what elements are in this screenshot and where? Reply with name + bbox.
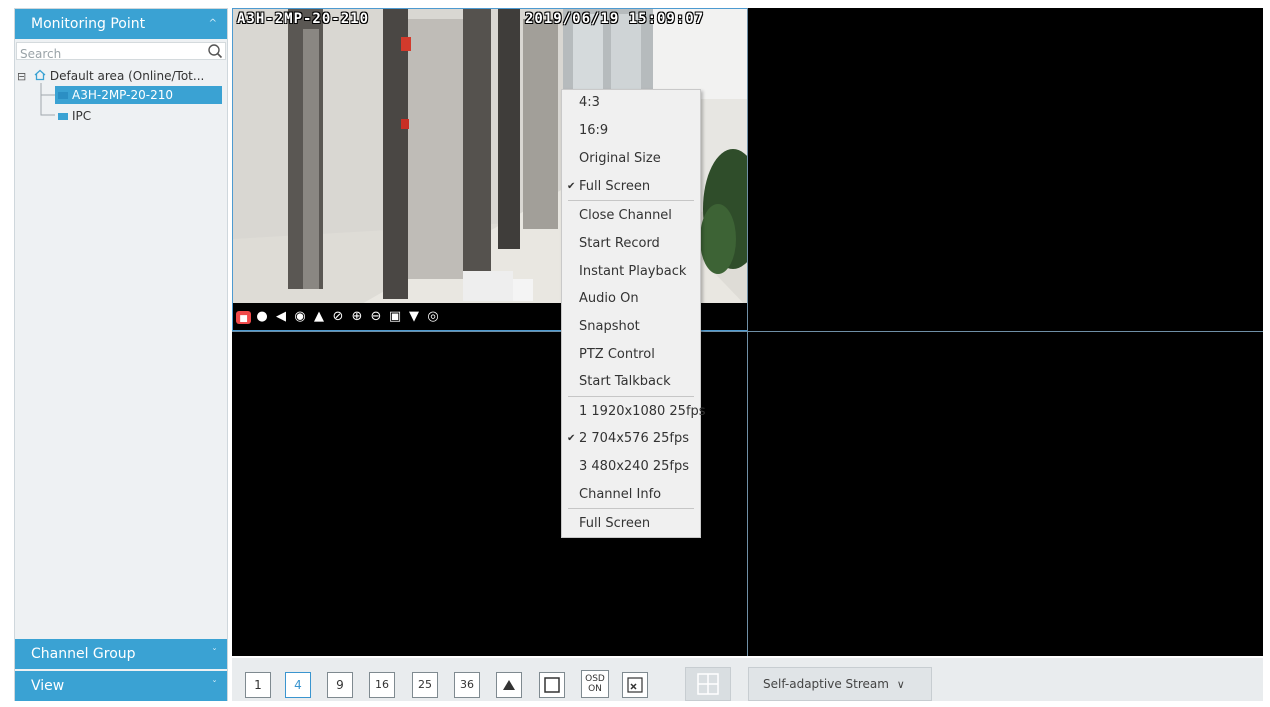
audio-icon[interactable]: ◀ xyxy=(273,309,289,325)
menu-item-close-channel[interactable]: Close Channel xyxy=(579,205,672,227)
chevron-down-icon: ˇ xyxy=(212,680,217,691)
menu-item-instant-playback[interactable]: Instant Playback xyxy=(579,261,686,283)
channel-group-label: Channel Group xyxy=(31,646,136,662)
layout-16-button[interactable]: 16 xyxy=(369,672,395,698)
sidebar: Monitoring Point ^ ⊟ Default area (Onlin… xyxy=(14,8,228,701)
timestamp-osd: 2019/06/19 15:09:07 xyxy=(525,11,705,27)
channel-osd: A3H-2MP-20-210 xyxy=(237,11,370,27)
menu-item-stream-1[interactable]: 1 1920x1080 25fps xyxy=(579,401,706,423)
sequence-button[interactable] xyxy=(496,672,522,698)
grid-divider-v xyxy=(747,8,748,656)
close-all-icon xyxy=(627,677,643,693)
custom-layout-button[interactable] xyxy=(685,667,731,701)
zoom-in-icon[interactable]: ⊕ xyxy=(349,309,365,325)
tree-channel-ipc[interactable]: IPC xyxy=(55,107,91,125)
zoom-reset-icon[interactable]: ⊘ xyxy=(330,309,346,325)
check-icon: ✔ xyxy=(567,181,576,192)
video-cell-2[interactable] xyxy=(749,8,1263,331)
fullscreen-button[interactable] xyxy=(539,672,565,698)
collapse-icon[interactable]: ⊟ xyxy=(17,70,26,83)
menu-item-4-3[interactable]: 4:3 xyxy=(579,92,600,114)
channel-group-header[interactable]: Channel Group ˇ xyxy=(15,639,227,669)
tree-area-label: Default area (Online/Tot... xyxy=(49,69,205,83)
check-icon: ✔ xyxy=(567,433,576,444)
menu-separator xyxy=(568,396,694,397)
menu-item-stream-2[interactable]: ✔ 2 704x576 25fps xyxy=(567,428,689,450)
menu-separator xyxy=(568,508,694,509)
menu-item-audio-on[interactable]: Audio On xyxy=(579,288,639,310)
chevron-up-icon: ^ xyxy=(208,18,217,29)
video-grid: A3H-2MP-20-210 2019/06/19 15:09:07 ■ ● ◀… xyxy=(232,8,1263,656)
zoom-out-icon[interactable]: ⊖ xyxy=(368,309,384,325)
ptz-icon[interactable]: ▲ xyxy=(311,309,327,325)
layout-4-button[interactable]: 4 xyxy=(285,672,311,698)
menu-item-start-record[interactable]: Start Record xyxy=(579,233,660,255)
search-icon[interactable] xyxy=(207,43,223,59)
menu-item-start-talkback[interactable]: Start Talkback xyxy=(579,371,671,393)
layout-25-button[interactable]: 25 xyxy=(412,672,438,698)
home-icon xyxy=(34,69,46,81)
camera-icon xyxy=(58,113,68,120)
tree-channel-selected[interactable]: A3H-2MP-20-210 xyxy=(55,86,222,104)
menu-separator xyxy=(568,200,694,201)
menu-item-snapshot[interactable]: Snapshot xyxy=(579,316,640,338)
layout-36-button[interactable]: 36 xyxy=(454,672,480,698)
menu-item-original-size[interactable]: Original Size xyxy=(579,148,661,170)
sequence-icon xyxy=(503,680,515,690)
tree-lines xyxy=(40,83,55,116)
record-icon[interactable]: ● xyxy=(254,309,270,325)
menu-item-full-screen-aspect[interactable]: ✔ Full Screen xyxy=(567,176,650,198)
monitoring-point-label: Monitoring Point xyxy=(31,16,146,32)
menu-item-16-9[interactable]: 16:9 xyxy=(579,120,608,142)
custom-layout-icon xyxy=(697,673,719,695)
context-menu: 4:3 16:9 Original Size ✔ Full Screen Clos… xyxy=(561,89,706,538)
tree-channel-label: IPC xyxy=(72,109,92,123)
camera-icon xyxy=(58,92,68,99)
menu-item-ptz-control[interactable]: PTZ Control xyxy=(579,344,655,366)
search-box xyxy=(16,42,226,62)
stream-select-label: Self-adaptive Stream xyxy=(763,677,889,691)
menu-item-stream-3[interactable]: 3 480x240 25fps xyxy=(579,456,689,478)
menu-item-full-screen[interactable]: Full Screen xyxy=(579,513,650,535)
snapshot-icon[interactable]: ◉ xyxy=(292,309,308,325)
fullscreen-icon[interactable]: ▣ xyxy=(387,309,403,325)
tree-channel-label: A3H-2MP-20-210 xyxy=(72,88,173,102)
close-all-button[interactable] xyxy=(622,672,648,698)
osd-toggle-button[interactable]: OSD ON xyxy=(581,670,609,698)
close-stream-icon[interactable]: ■ xyxy=(236,310,251,324)
view-header[interactable]: View ˇ xyxy=(15,671,227,701)
layout-1-button[interactable]: 1 xyxy=(245,672,271,698)
stream-select[interactable]: Self-adaptive Stream ∨ xyxy=(748,667,932,701)
cell-toolbar: ■ ● ◀ ◉ ▲ ⊘ ⊕ ⊖ ▣ ▼ ◎ xyxy=(236,306,441,328)
search-input[interactable] xyxy=(17,46,200,62)
monitoring-point-header[interactable]: Monitoring Point ^ xyxy=(15,9,227,39)
location-icon[interactable]: ◎ xyxy=(425,309,441,325)
menu-item-channel-info[interactable]: Channel Info xyxy=(579,484,661,506)
view-label: View xyxy=(31,678,65,694)
chevron-down-icon: ˇ xyxy=(212,648,217,659)
video-cell-4[interactable] xyxy=(749,332,1263,656)
fullscreen-icon xyxy=(544,677,560,693)
chevron-down-icon: ∨ xyxy=(896,678,905,691)
microphone-icon[interactable]: ▼ xyxy=(406,309,422,325)
layout-9-button[interactable]: 9 xyxy=(327,672,353,698)
